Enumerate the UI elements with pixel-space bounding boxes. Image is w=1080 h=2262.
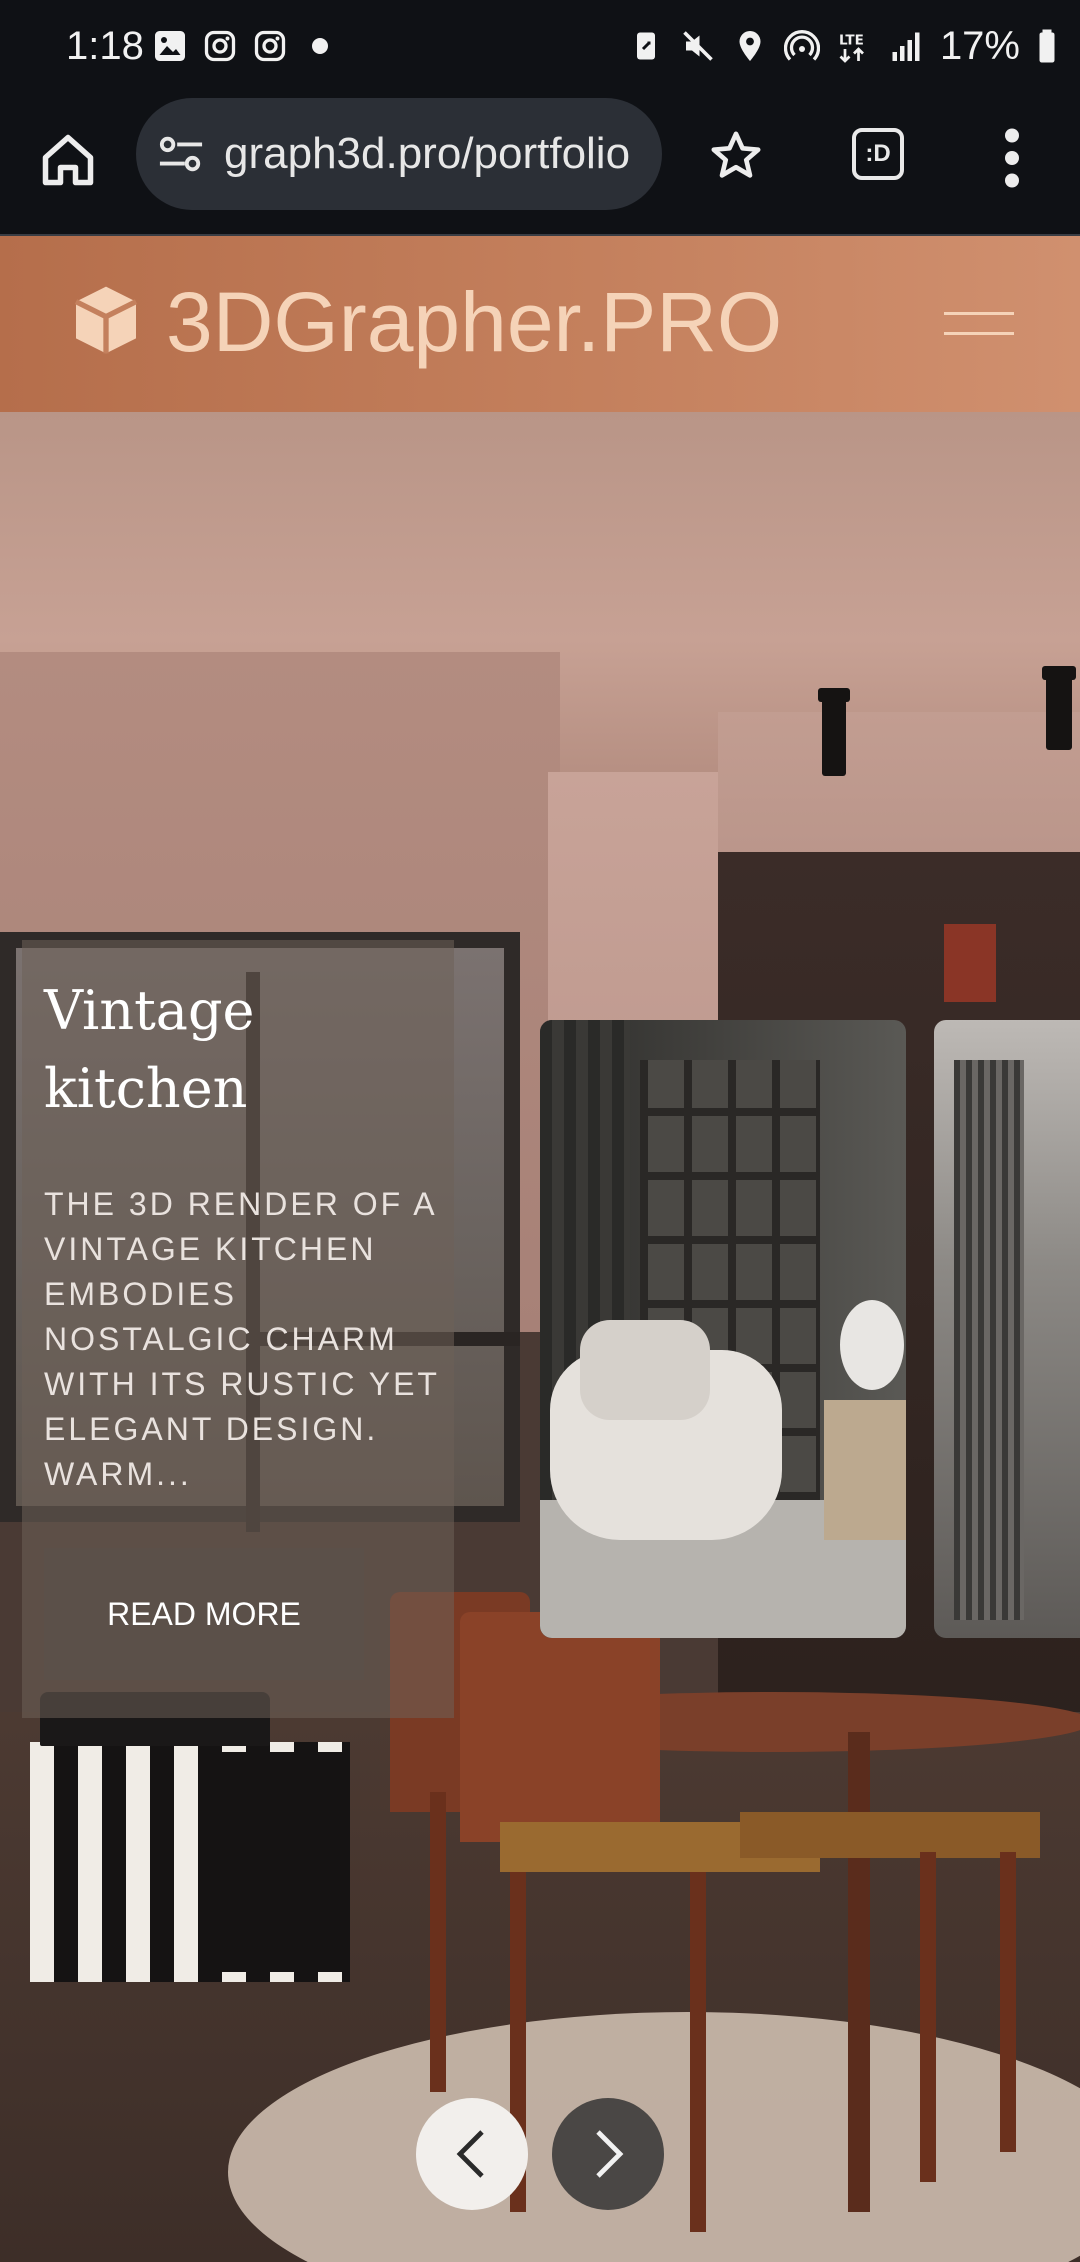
- more-options-icon[interactable]: [1000, 128, 1024, 188]
- background-sideboard-door: [198, 1752, 348, 1972]
- home-icon[interactable]: [38, 130, 98, 190]
- read-more-button[interactable]: READ MORE: [44, 1548, 364, 1680]
- lte-icon: LTE: [839, 33, 864, 63]
- background-table-leg: [848, 1732, 870, 2212]
- site-logo-text[interactable]: 3DGrapher.PRO: [166, 274, 782, 370]
- data-saver-icon: [636, 32, 655, 60]
- instagram-icon: [204, 30, 236, 62]
- status-time: 1:18: [66, 24, 144, 68]
- url-text[interactable]: graph3d.pro/portfolio: [224, 126, 654, 182]
- ceiling-light: [818, 688, 850, 776]
- hotspot-icon: [783, 30, 820, 61]
- background-chair-seat: [740, 1812, 1040, 1858]
- background-chair-leg: [920, 1852, 936, 2182]
- tab-switcher-button[interactable]: :D: [852, 128, 904, 180]
- hamburger-line-icon: [944, 312, 1014, 315]
- status-bar: 1:18 LTE 17%: [0, 0, 1080, 92]
- slide-title: Vintage kitchen: [44, 979, 255, 1120]
- instagram-icon: [254, 30, 286, 62]
- background-decor: [944, 924, 996, 1002]
- hamburger-menu-button[interactable]: [944, 306, 1014, 340]
- card-image-lamp: [840, 1300, 904, 1390]
- hero-slider: Vintage kitchen THE 3D RENDER OF A VINTA…: [0, 412, 1080, 2262]
- slide-thumbnail-card[interactable]: [540, 1020, 906, 1638]
- chevron-right-icon: [596, 2130, 624, 2178]
- background-chair-leg: [430, 1792, 446, 2092]
- card-image-pillow: [580, 1320, 710, 1420]
- card-image-panel: [954, 1060, 1024, 1620]
- hamburger-line-icon: [944, 332, 1014, 335]
- battery-icon: [1039, 29, 1055, 63]
- cube-logo-icon[interactable]: [66, 280, 146, 360]
- address-bar[interactable]: graph3d.pro/portfolio: [136, 98, 662, 210]
- background-chair-leg: [690, 1872, 706, 2232]
- bookmark-star-icon[interactable]: [708, 128, 764, 184]
- card-image-side-table: [824, 1400, 906, 1540]
- carousel-next-button[interactable]: [552, 2098, 664, 2210]
- site-header: 3DGrapher.PRO: [0, 236, 1080, 412]
- signal-icon: [892, 32, 920, 61]
- status-system-icons: LTE 17%: [628, 20, 1058, 72]
- slide-description: THE 3D RENDER OF A VINTAGE KITCHEN EMBOD…: [44, 1186, 440, 1492]
- svg-text:LTE: LTE: [839, 33, 864, 49]
- gallery-icon: [155, 31, 185, 61]
- status-notification-icons: [152, 28, 330, 64]
- slide-thumbnail-card[interactable]: [934, 1020, 1080, 1638]
- background-chair: [460, 1612, 660, 1842]
- browser-toolbar: graph3d.pro/portfolio :D: [0, 92, 1080, 236]
- location-icon: [739, 31, 761, 61]
- background-chair-leg: [1000, 1852, 1016, 2152]
- dot-icon: [312, 38, 328, 54]
- site-settings-icon[interactable]: [158, 134, 204, 174]
- carousel-prev-button[interactable]: [416, 2098, 528, 2210]
- chevron-left-icon: [456, 2130, 484, 2178]
- mute-icon: [683, 31, 713, 61]
- battery-percent: 17%: [939, 24, 1020, 68]
- ceiling-light: [1042, 666, 1076, 750]
